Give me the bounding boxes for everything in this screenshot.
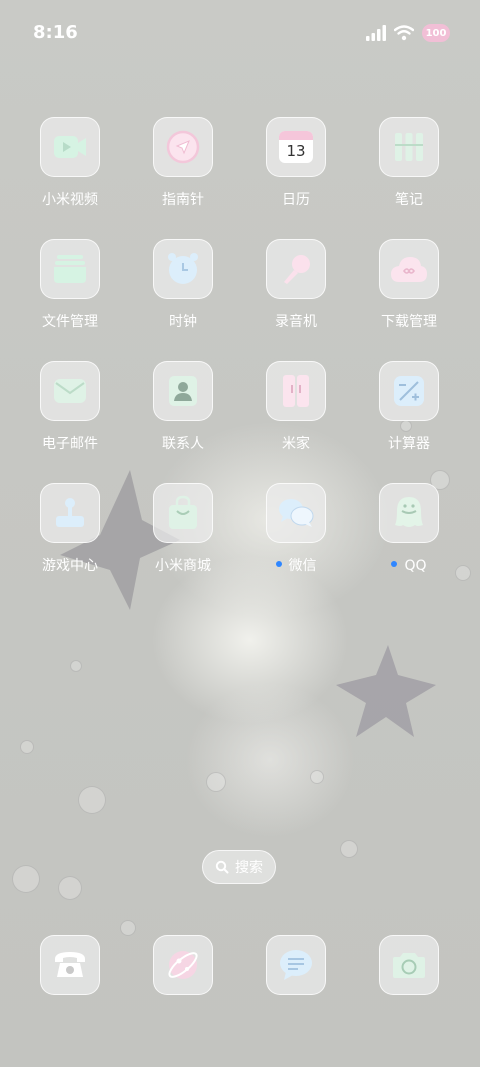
app-game-center[interactable]: 游戏中心 — [20, 483, 120, 575]
app-label: 游戏中心 — [42, 558, 98, 574]
notification-dot — [275, 561, 282, 567]
app-label: 计算器 — [388, 436, 430, 452]
browser-icon — [168, 951, 198, 979]
dock-phone[interactable] — [20, 935, 120, 995]
wifi-icon — [394, 25, 414, 41]
camera-icon — [393, 953, 425, 978]
qq-penguin-icon — [395, 497, 423, 527]
app-email[interactable]: 电子邮件 — [20, 361, 120, 453]
messages-icon — [280, 950, 312, 980]
joystick-icon — [56, 498, 84, 527]
notification-dot — [391, 561, 398, 567]
app-contacts[interactable]: 联系人 — [133, 361, 233, 453]
app-clock[interactable]: 时钟 — [133, 239, 233, 331]
app-label: 笔记 — [395, 192, 423, 208]
app-label: 微信 — [246, 557, 346, 575]
app-file-manager[interactable]: 文件管理 — [20, 239, 120, 331]
phone-icon — [55, 952, 85, 977]
status-icons: 100 — [366, 22, 450, 44]
folder-icon — [54, 255, 86, 283]
calendar-icon: 13 — [279, 131, 313, 163]
search-label: 搜索 — [235, 860, 263, 876]
app-label: 电子邮件 — [42, 436, 98, 452]
app-xiaomi-video[interactable]: 小米视频 — [20, 117, 120, 209]
calculator-icon — [394, 376, 424, 406]
shopping-bag-icon — [169, 495, 197, 529]
app-mijia[interactable]: 米家 — [246, 361, 346, 453]
calendar-day: 13 — [286, 142, 306, 160]
app-downloads[interactable]: 下载管理 — [359, 239, 459, 331]
app-label: 录音机 — [275, 314, 317, 330]
microphone-icon — [284, 255, 310, 284]
battery-level: 100 — [425, 27, 447, 39]
status-time: 8:16 — [33, 22, 78, 43]
dock-browser[interactable] — [133, 935, 233, 995]
mail-icon — [54, 379, 86, 403]
search-icon — [215, 860, 229, 874]
battery-icon: 100 — [422, 24, 450, 42]
clock-icon — [168, 253, 198, 284]
app-label: 日历 — [282, 192, 310, 208]
app-notes[interactable]: 笔记 — [359, 117, 459, 209]
app-label: 文件管理 — [42, 314, 98, 330]
app-label: 联系人 — [162, 436, 204, 452]
app-label: 下载管理 — [381, 314, 437, 330]
app-label: 米家 — [282, 436, 310, 452]
signal-icon — [366, 25, 386, 41]
app-wechat[interactable]: 微信 — [246, 483, 346, 575]
cloud-download-icon — [391, 257, 427, 282]
video-camera-icon — [54, 136, 86, 158]
compass-icon — [166, 130, 200, 164]
smart-home-icon — [283, 375, 309, 407]
app-label: 小米视频 — [42, 192, 98, 208]
app-recorder[interactable]: 录音机 — [246, 239, 346, 331]
app-compass[interactable]: 指南针 — [133, 117, 233, 209]
search-button[interactable]: 搜索 — [202, 850, 276, 884]
wechat-icon — [279, 499, 314, 527]
notes-icon — [395, 133, 423, 161]
app-label: 时钟 — [169, 314, 197, 330]
app-calculator[interactable]: 计算器 — [359, 361, 459, 453]
app-qq[interactable]: QQ — [359, 483, 459, 575]
app-calendar[interactable]: 13 日历 — [246, 117, 346, 209]
app-mi-store[interactable]: 小米商城 — [133, 483, 233, 575]
dock-messages[interactable] — [246, 935, 346, 995]
app-label: 小米商城 — [155, 558, 211, 574]
contacts-icon — [169, 376, 197, 406]
app-label: 指南针 — [162, 192, 204, 208]
dock-camera[interactable] — [359, 935, 459, 995]
app-label: QQ — [359, 557, 459, 575]
